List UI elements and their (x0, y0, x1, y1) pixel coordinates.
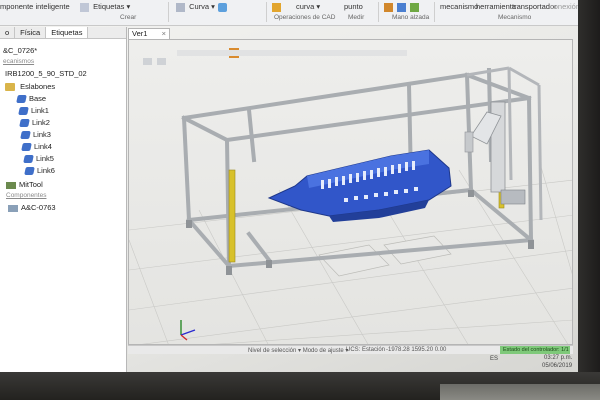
shape-icon (218, 2, 227, 12)
link-icon (23, 155, 34, 164)
link-label: Base (29, 94, 47, 103)
monitor-bezel-right (578, 0, 600, 400)
selection-level-dropdown[interactable]: Nivel de selección ▾ Modo de ajuste ▾ (248, 347, 348, 354)
link-icon (19, 119, 30, 128)
jog-icon (410, 2, 420, 12)
smart-component-label: mponente inteligente (0, 2, 70, 11)
tree-link-5[interactable]: Link5 (23, 154, 54, 164)
panel-tabs: o Física Etiquetas (0, 27, 126, 39)
coordinates-readout: -1978.28 1595.20 0.00 (386, 347, 447, 353)
group-mano-alzada: Mano alzada (392, 14, 430, 21)
tool-icon (6, 181, 16, 189)
3d-viewport[interactable] (128, 39, 573, 345)
scene-canvas[interactable] (129, 40, 573, 345)
link-label: Link4 (34, 142, 52, 151)
group-cad: Operaciones de CAD (274, 14, 336, 21)
curve-button[interactable]: Curva ▾ (176, 2, 215, 12)
desk-surface (440, 384, 600, 400)
mechanism-label: mecanismo (440, 2, 479, 11)
tree-link-6[interactable]: Link6 (24, 166, 55, 176)
status-bar: Nivel de selección ▾ Modo de ajuste ▾ UC… (128, 345, 573, 354)
curve2-label: curva ▾ (296, 2, 321, 11)
tab-etiquetas[interactable]: Etiquetas (46, 27, 89, 38)
ribbon-separator (434, 2, 435, 22)
rotate-icon (397, 2, 407, 12)
freehand-tools[interactable] (384, 2, 421, 12)
link-label: Link1 (31, 106, 49, 115)
robot-label: IRB1200_5_90_STD_02 (5, 69, 87, 78)
cad-color-button[interactable] (272, 2, 283, 12)
view-tab-label: Ver1 (132, 29, 148, 38)
link-icon (21, 143, 32, 152)
cad-op-icon (272, 2, 281, 12)
station-node[interactable]: &C_0726* (3, 46, 37, 55)
layout-browser-panel: o Física Etiquetas &C_0726* ecanismos IR… (0, 27, 127, 372)
monitor-screen: mponente inteligente Etiquetas ▾ Crear C… (0, 0, 600, 400)
link-label: Link5 (36, 154, 54, 163)
group-medir: Medir (348, 14, 365, 21)
component-node[interactable]: A&C-0763 (8, 203, 56, 212)
links-folder-label: Eslabones (20, 82, 56, 91)
group-crear: Crear (120, 14, 137, 21)
folder-icon (5, 83, 15, 92)
tags-button[interactable]: Etiquetas ▾ (80, 2, 130, 12)
link-icon (16, 95, 27, 104)
tool-button[interactable]: herramienta (476, 2, 516, 11)
clock-date: 05/06/2019 (542, 363, 573, 369)
component-label: A&C-0763 (21, 203, 56, 212)
curve-label: Curva ▾ (189, 2, 215, 11)
tree-link-3[interactable]: Link3 (20, 130, 51, 140)
smart-component-button[interactable]: mponente inteligente (0, 2, 70, 11)
connection-button[interactable]: conexión (550, 2, 580, 11)
point-button[interactable]: punto (344, 2, 363, 11)
controller-status-badge[interactable]: Estado del controlador: 1/1 (500, 346, 570, 354)
ucs-label: UCS: Estación (346, 347, 386, 353)
section-components: Componentes (6, 192, 47, 199)
shape-icon-button[interactable] (218, 2, 229, 12)
move-icon (384, 2, 393, 12)
tool-node[interactable]: MitTool (6, 180, 43, 189)
close-icon[interactable]: × (162, 29, 166, 39)
tags-label: Etiquetas ▾ (93, 2, 131, 11)
link-icon (20, 131, 31, 140)
link-label: Link2 (32, 118, 50, 127)
tool-label: herramienta (476, 2, 517, 11)
mechanism-button[interactable]: mecanismo (440, 2, 478, 11)
link-icon (18, 107, 29, 116)
group-mecanismo: Mecanismo (498, 14, 532, 21)
component-icon (8, 204, 18, 212)
point-label: punto (344, 2, 363, 11)
robot-node[interactable]: IRB1200_5_90_STD_02 (5, 69, 87, 78)
tag-icon (80, 2, 89, 12)
robot-arm (464, 101, 526, 205)
link-label: Link6 (37, 166, 55, 175)
tab-layout[interactable]: o (0, 27, 16, 38)
language-indicator[interactable]: ES (490, 356, 498, 362)
tree-link-2[interactable]: Link2 (19, 118, 50, 128)
ribbon-separator (266, 2, 267, 22)
clock-time: 03:27 p.m. (544, 355, 573, 361)
tab-fisica[interactable]: Física (15, 27, 47, 38)
ribbon-toolbar: mponente inteligente Etiquetas ▾ Crear C… (0, 0, 580, 26)
link-icon (24, 167, 35, 176)
link-label: Link3 (33, 130, 51, 139)
ribbon-separator (378, 2, 379, 22)
ucs-axis-icon (180, 320, 196, 341)
links-folder[interactable]: Eslabones (5, 82, 56, 92)
tab-view1[interactable]: Ver1 × (128, 28, 170, 39)
section-mechanisms: ecanismos (3, 58, 35, 65)
tree-link-1[interactable]: Link1 (18, 106, 49, 116)
ribbon-separator (168, 2, 169, 22)
tree-link-4[interactable]: Link4 (21, 142, 52, 152)
connection-label: conexión (550, 2, 581, 11)
view-toolbar[interactable] (143, 48, 407, 65)
curve-icon (176, 2, 185, 12)
tool-node-label: MitTool (19, 180, 43, 189)
curve2-button[interactable]: curva ▾ (296, 2, 320, 11)
system-tray: ES 03:27 p.m. 05/06/2019 (470, 354, 578, 372)
tree-link-base[interactable]: Base (16, 94, 47, 104)
